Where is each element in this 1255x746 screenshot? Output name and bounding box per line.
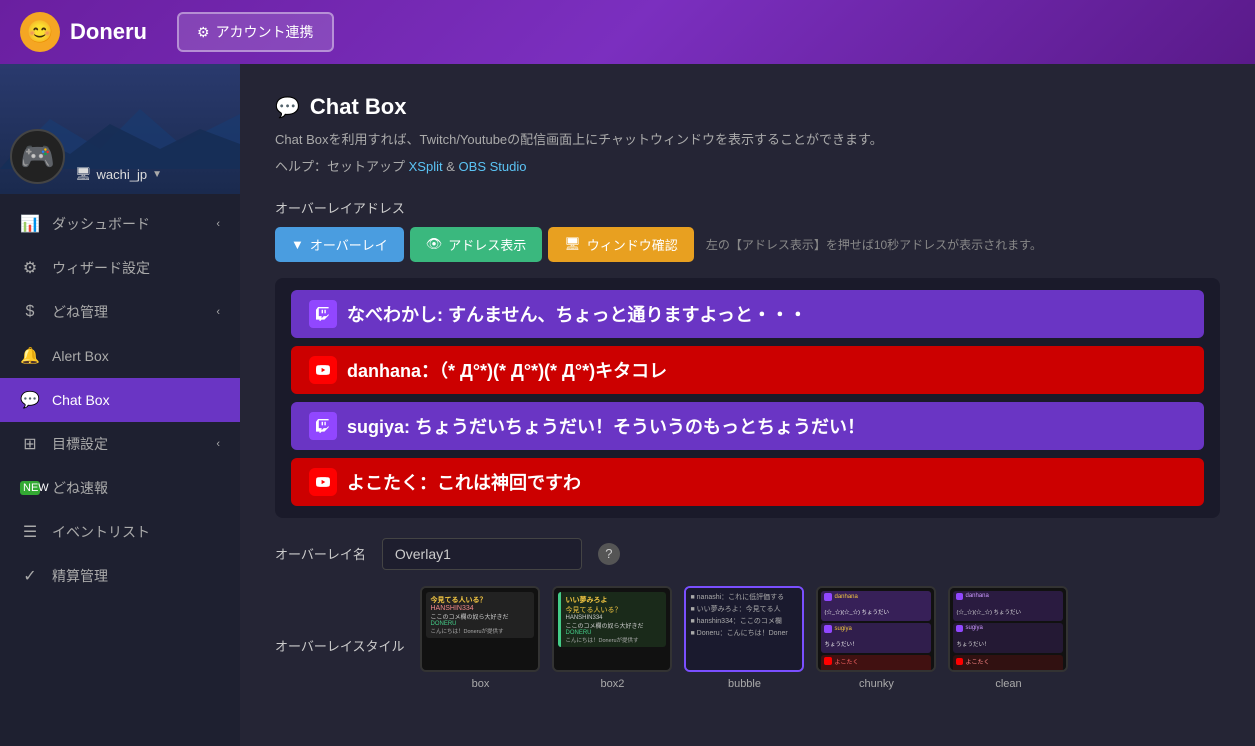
main-content: 💬 Chat Box Chat Boxを利用すれば、Twitch/Youtube… xyxy=(240,64,1255,746)
sidebar-username: 🖥 wachi_jp ▼ xyxy=(75,166,162,182)
target-icon: ⊞ xyxy=(20,434,40,454)
eye-icon: 👁 xyxy=(426,236,443,252)
youtube-icon-1 xyxy=(309,356,337,384)
chat-preview-area: なべわかし: すんません、ちょっと通りますよっと・・・ danhana：（* Д… xyxy=(275,278,1220,518)
gear-icon: ⚙ xyxy=(197,24,210,41)
style-name-clean: clean xyxy=(995,678,1021,690)
overlay-styles-row: オーバーレイスタイル 今見てる人いる？ HANSHIN334 ここのコメ欄の奴ら… xyxy=(275,586,1220,690)
styles-grid: 今見てる人いる？ HANSHIN334 ここのコメ欄の奴ら大好きだ DONERU… xyxy=(420,586,1068,690)
logo-area: 😊 Doneru xyxy=(20,12,147,52)
overlay-name-row: オーバーレイ名 ? xyxy=(275,538,1220,570)
monitor-icon: 🖥 xyxy=(75,166,92,182)
overlay-styles-label: オーバーレイスタイル xyxy=(275,586,404,655)
chat-message-1: なべわかし: すんません、ちょっと通りますよっと・・・ xyxy=(291,290,1204,338)
style-name-box2: box2 xyxy=(601,678,625,690)
style-card-chunky[interactable]: danhana (☆_☆)(☆_☆) ちょうだい sugiya ちょうだい！ よ… xyxy=(816,586,936,690)
chat-box-title-icon: 💬 xyxy=(275,95,300,120)
chevron-right-icon: ‹ xyxy=(216,438,220,450)
chevron-right-icon: ‹ xyxy=(216,306,220,318)
tab-hint: 左の【アドレス表示】を押せば10秒アドレスが表示されます。 xyxy=(706,236,1042,253)
sidebar-nav: 📊 ダッシュボード ‹ ⚙ ウィザード設定 $ どね管理 ‹ 🔔 Alert B… xyxy=(0,194,240,746)
page-description-links: ヘルプ：セットアップ XSplit & OBS Studio xyxy=(275,157,1220,178)
style-card-box2[interactable]: いい夢みろよ 今見てる人いる？ HANSHIN334 ここのコメ欄の奴ら大好きだ… xyxy=(552,586,672,690)
sidebar-item-wizard[interactable]: ⚙ ウィザード設定 xyxy=(0,246,240,290)
style-thumb-bubble: ■ nanashi：これに低評価する ■ いい夢みろよ：今見てる人 ■ hans… xyxy=(684,586,804,672)
news-icon: NEW xyxy=(20,481,40,495)
sidebar-item-event-list[interactable]: ☰ イベントリスト xyxy=(0,510,240,554)
help-icon[interactable]: ? xyxy=(598,543,620,565)
app-header: 😊 Doneru ⚙ アカウント連携 xyxy=(0,0,1255,64)
style-card-clean[interactable]: danhana (☆_☆)(☆_☆) ちょうだい sugiya ちょうだい！ xyxy=(948,586,1068,690)
style-thumb-box: 今見てる人いる？ HANSHIN334 ここのコメ欄の奴ら大好きだ DONERU… xyxy=(420,586,540,672)
sidebar-item-done-sokuho[interactable]: NEW どね速報 xyxy=(0,466,240,510)
chat-message-4: よこたく：これは神回ですわ xyxy=(291,458,1204,506)
style-thumb-box2: いい夢みろよ 今見てる人いる？ HANSHIN334 ここのコメ欄の奴ら大好きだ… xyxy=(552,586,672,672)
avatar: 🎮 xyxy=(10,129,65,184)
overlay-tab-icon: ▼ xyxy=(291,237,304,252)
chat-message-2: danhana：（* Д°*)(* Д°*)(* Д°*)キタコレ xyxy=(291,346,1204,394)
youtube-icon-2 xyxy=(309,468,337,496)
sidebar-user-area: 🎮 🖥 wachi_jp ▼ xyxy=(0,64,240,194)
overlay-name-input[interactable] xyxy=(382,538,582,570)
twitch-icon-2 xyxy=(309,412,337,440)
account-link-button[interactable]: ⚙ アカウント連携 xyxy=(177,12,334,52)
dashboard-icon: 📊 xyxy=(20,214,40,234)
tab-window-confirm[interactable]: 🖥 ウィンドウ確認 xyxy=(548,227,694,262)
page-description: Chat Boxを利用すれば、Twitch/Youtubeの配信画面上にチャット… xyxy=(275,130,1220,151)
sidebar: 🎮 🖥 wachi_jp ▼ 📊 ダッシュボード ‹ ⚙ ウィザード設定 $ xyxy=(0,64,240,746)
dollar-icon: $ xyxy=(20,303,40,321)
twitch-icon-1 xyxy=(309,300,337,328)
sidebar-item-seisan[interactable]: ✓ 精算管理 xyxy=(0,554,240,598)
chat-message-3: sugiya: ちょうだいちょうだい！そういうのもっとちょうだい！ xyxy=(291,402,1204,450)
style-card-bubble[interactable]: ■ nanashi：これに低評価する ■ いい夢みろよ：今見てる人 ■ hans… xyxy=(684,586,804,690)
sidebar-item-chat-box[interactable]: 💬 Chat Box xyxy=(0,378,240,422)
xsplit-link[interactable]: XSplit xyxy=(409,159,443,174)
style-thumb-chunky: danhana (☆_☆)(☆_☆) ちょうだい sugiya ちょうだい！ よ… xyxy=(816,586,936,672)
tab-address-display[interactable]: 👁 アドレス表示 xyxy=(410,227,543,262)
list-icon: ☰ xyxy=(20,522,40,542)
style-card-box[interactable]: 今見てる人いる？ HANSHIN334 ここのコメ欄の奴ら大好きだ DONERU… xyxy=(420,586,540,690)
window-icon: 🖥 xyxy=(564,236,581,252)
sidebar-item-alert-box[interactable]: 🔔 Alert Box xyxy=(0,334,240,378)
tab-overlay[interactable]: ▼ オーバーレイ xyxy=(275,227,404,262)
overlay-name-label: オーバーレイ名 xyxy=(275,544,366,563)
sidebar-item-dashboard[interactable]: 📊 ダッシュボード ‹ xyxy=(0,202,240,246)
check-icon: ✓ xyxy=(20,566,40,586)
chevron-down-icon: ▼ xyxy=(152,169,162,180)
chevron-right-icon: ‹ xyxy=(216,218,220,230)
obs-studio-link[interactable]: OBS Studio xyxy=(459,159,527,174)
style-name-box: box xyxy=(472,678,490,690)
overlay-tabs: ▼ オーバーレイ 👁 アドレス表示 🖥 ウィンドウ確認 左の【アドレス表示】を押… xyxy=(275,227,1220,262)
logo-icon: 😊 xyxy=(20,12,60,52)
bell-icon: 🔔 xyxy=(20,346,40,366)
wizard-icon: ⚙ xyxy=(20,258,40,278)
logo-text: Doneru xyxy=(70,19,147,45)
page-title: 💬 Chat Box xyxy=(275,94,1220,120)
sidebar-item-done-management[interactable]: $ どね管理 ‹ xyxy=(0,290,240,334)
chat-icon: 💬 xyxy=(20,390,40,410)
main-layout: 🎮 🖥 wachi_jp ▼ 📊 ダッシュボード ‹ ⚙ ウィザード設定 $ xyxy=(0,64,1255,746)
overlay-address-label: オーバーレイアドレス xyxy=(275,198,1220,217)
style-name-bubble: bubble xyxy=(728,678,761,690)
style-name-chunky: chunky xyxy=(859,678,894,690)
style-thumb-clean: danhana (☆_☆)(☆_☆) ちょうだい sugiya ちょうだい！ xyxy=(948,586,1068,672)
sidebar-item-mokuhyo[interactable]: ⊞ 目標設定 ‹ xyxy=(0,422,240,466)
